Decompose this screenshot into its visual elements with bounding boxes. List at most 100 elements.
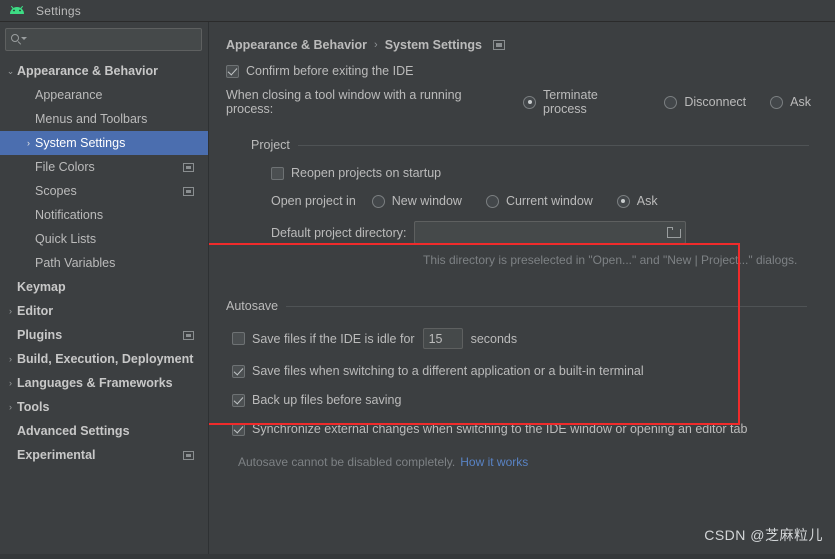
sidebar-item-editor[interactable]: › Editor — [0, 299, 208, 323]
chevron-icon[interactable]: › — [4, 354, 17, 364]
window-bottom-edge — [0, 554, 835, 559]
default-directory-label: Default project directory: — [271, 225, 407, 240]
idle-save-label-before: Save files if the IDE is idle for — [252, 331, 415, 346]
reopen-projects-checkbox[interactable] — [271, 166, 284, 180]
settings-sidebar: ⌄ Appearance & Behavior Appearance Menus an… — [0, 22, 209, 559]
ask-radio[interactable] — [770, 95, 784, 109]
project-group-divider — [297, 144, 809, 146]
sidebar-item-scopes[interactable]: Scopes — [0, 179, 208, 203]
sidebar-item-appearance-behavior[interactable]: ⌄ Appearance & Behavior — [0, 59, 208, 83]
settings-body: ⌄ Appearance & Behavior Appearance Menus an… — [0, 22, 835, 559]
modified-marker-icon — [183, 162, 194, 172]
backup-before-save-row[interactable]: Back up files before saving — [232, 393, 807, 407]
open-ask-radio[interactable] — [616, 194, 630, 208]
terminate-process-label: Terminate process — [543, 88, 598, 116]
save-on-switch-label: Save files when switching to a different… — [252, 364, 644, 378]
reopen-projects-row[interactable]: Reopen projects on startup — [271, 166, 809, 180]
sidebar-item-label: Path Variables — [35, 256, 116, 270]
chevron-icon[interactable]: ⌄ — [4, 66, 17, 76]
sidebar-item-label: Languages & Frameworks — [17, 376, 173, 390]
chevron-icon[interactable]: › — [4, 402, 17, 412]
sidebar-item-label: System Settings — [35, 136, 126, 150]
sidebar-item-label: Experimental — [17, 448, 96, 462]
closing-option-ask[interactable]: Ask — [770, 95, 811, 109]
closing-option-disconnect[interactable]: Disconnect — [664, 95, 746, 109]
autosave-note-text: Autosave cannot be disabled completely. — [238, 455, 456, 469]
autosave-group-title: Autosave — [226, 299, 279, 313]
backup-before-save-label: Back up files before saving — [252, 393, 402, 407]
project-group-body: Reopen projects on startup Open project … — [251, 166, 809, 267]
chevron-icon[interactable]: › — [4, 306, 17, 316]
open-ask-label: Ask — [636, 194, 658, 208]
sidebar-item-menus-and-toolbars[interactable]: Menus and Toolbars — [0, 107, 208, 131]
idle-seconds-input[interactable] — [428, 331, 462, 346]
sidebar-item-advanced-settings[interactable]: Advanced Settings — [0, 419, 208, 443]
idle-seconds-stepper[interactable] — [422, 328, 463, 349]
new-window-radio[interactable] — [371, 194, 385, 208]
save-on-switch-row[interactable]: Save files when switching to a different… — [232, 364, 807, 378]
sync-external-changes-row[interactable]: Synchronize external changes when switch… — [232, 422, 807, 436]
backup-before-save-checkbox[interactable] — [232, 393, 245, 407]
sidebar-item-keymap[interactable]: Keymap — [0, 275, 208, 299]
sidebar-item-label: Build, Execution, Deployment — [17, 352, 194, 366]
sidebar-item-label: Scopes — [35, 184, 77, 198]
save-on-switch-checkbox[interactable] — [232, 364, 245, 378]
project-group-title: Project — [251, 138, 290, 152]
sidebar-item-file-colors[interactable]: File Colors — [0, 155, 208, 179]
sidebar-item-label: File Colors — [35, 160, 95, 174]
default-directory-row: Default project directory: — [271, 221, 809, 244]
how-it-works-link[interactable]: How it works — [460, 455, 528, 469]
autosave-group-body: Save files if the IDE is idle for second… — [226, 328, 807, 469]
closing-tool-window-label: When closing a tool window with a runnin… — [226, 88, 462, 116]
project-group: Project Reopen projects on startup Open … — [209, 116, 809, 425]
modified-marker-icon — [183, 330, 194, 340]
sidebar-item-path-variables[interactable]: Path Variables — [0, 251, 208, 275]
idle-save-row: Save files if the IDE is idle for second… — [232, 328, 807, 349]
confirm-exit-row[interactable]: Confirm before exiting the IDE — [209, 52, 835, 78]
sidebar-item-tools[interactable]: › Tools — [0, 395, 208, 419]
breadcrumb-parent[interactable]: Appearance & Behavior — [226, 38, 367, 52]
folder-icon[interactable] — [667, 227, 682, 238]
sidebar-item-label: Plugins — [17, 328, 63, 342]
sidebar-item-label: Appearance & Behavior — [17, 64, 159, 78]
modified-marker-icon — [183, 450, 194, 460]
sidebar-item-label: Advanced Settings — [17, 424, 130, 438]
autosave-group-divider — [286, 305, 807, 307]
sidebar-item-build-execution-deployment[interactable]: › Build, Execution, Deployment — [0, 347, 208, 371]
open-project-in-row: Open project in New window Current windo… — [271, 194, 809, 208]
sidebar-item-notifications[interactable]: Notifications — [0, 203, 208, 227]
watermark: CSDN @芝麻粒儿 — [704, 527, 823, 543]
modified-marker-icon — [492, 40, 505, 50]
confirm-exit-checkbox[interactable] — [226, 64, 239, 78]
disconnect-radio[interactable] — [664, 95, 678, 109]
sidebar-item-label: Menus and Toolbars — [35, 112, 148, 126]
closing-option-terminate[interactable]: Terminate process — [523, 88, 640, 116]
autosave-group-header: Autosave — [226, 299, 807, 313]
terminate-process-radio[interactable] — [523, 95, 536, 109]
sidebar-item-appearance[interactable]: Appearance — [0, 83, 208, 107]
chevron-icon[interactable]: › — [4, 378, 17, 388]
search-box[interactable] — [5, 28, 202, 51]
sidebar-item-label: Tools — [17, 400, 50, 414]
open-in-current-window-option[interactable]: Current window — [485, 194, 593, 208]
reopen-projects-label: Reopen projects on startup — [291, 166, 442, 180]
open-in-ask-option[interactable]: Ask — [616, 194, 658, 208]
current-window-radio[interactable] — [485, 194, 499, 208]
sidebar-item-plugins[interactable]: Plugins — [0, 323, 208, 347]
search-input[interactable] — [26, 32, 201, 47]
sidebar-item-system-settings[interactable]: › System Settings — [0, 131, 208, 155]
sidebar-item-quick-lists[interactable]: Quick Lists — [0, 227, 208, 251]
default-directory-input[interactable] — [419, 225, 668, 240]
disconnect-label: Disconnect — [684, 95, 747, 109]
sidebar-search-area — [0, 22, 208, 56]
idle-save-checkbox[interactable] — [232, 332, 245, 345]
default-directory-field[interactable] — [414, 221, 687, 244]
closing-tool-window-row: When closing a tool window with a runnin… — [209, 78, 835, 116]
sidebar-item-experimental[interactable]: Experimental — [0, 443, 208, 467]
sidebar-item-languages-frameworks[interactable]: › Languages & Frameworks — [0, 371, 208, 395]
modified-marker-icon — [183, 186, 194, 196]
sidebar-item-label: Notifications — [35, 208, 104, 222]
chevron-icon[interactable]: › — [22, 138, 35, 148]
open-in-new-window-option[interactable]: New window — [371, 194, 462, 208]
sync-external-changes-checkbox[interactable] — [232, 422, 245, 436]
